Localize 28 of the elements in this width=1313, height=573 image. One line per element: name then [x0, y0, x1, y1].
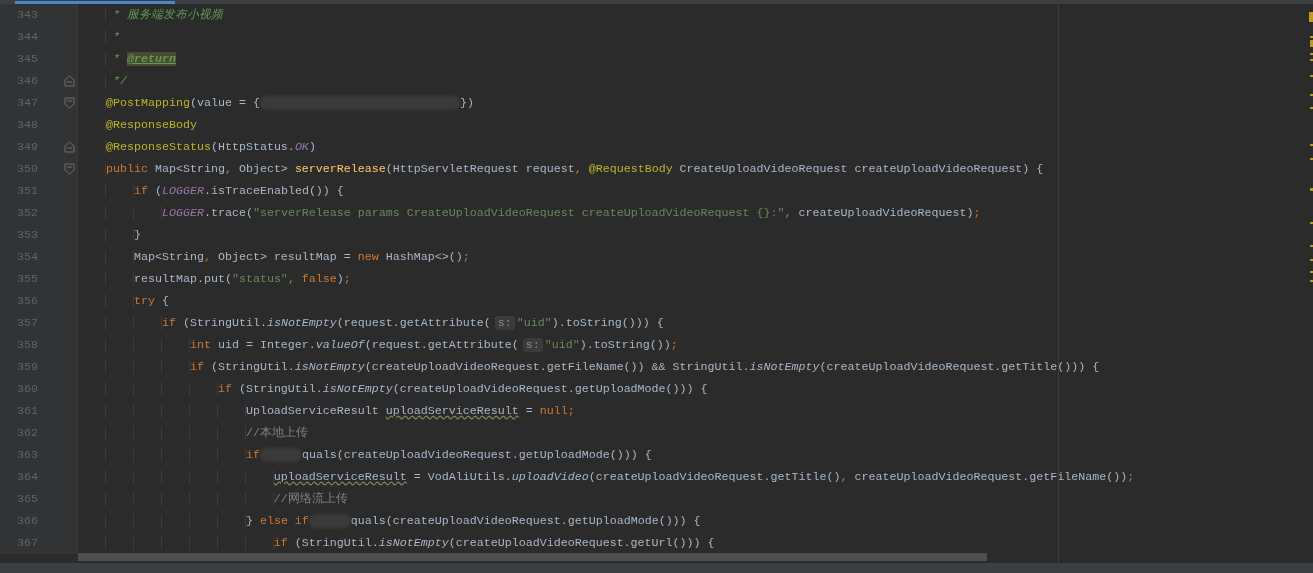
code-line: if (LOGGER.isTraceEnabled()) {	[78, 180, 344, 202]
code-line: if (StringUtil.isNotEmpty(createUploadVideoRequest.getUploadMode())) {	[78, 378, 708, 400]
code-line: if (StringUtil.isNotEmpty(createUploadVideoRequest.getFileName()) && StringUtil.isNotEmpty(createUploadVideoRequest.getTitle())) {	[78, 356, 1100, 378]
horizontal-scrollbar[interactable]	[78, 553, 987, 561]
comment-line: //网络流上传	[78, 488, 348, 510]
fold-icon[interactable]	[64, 141, 75, 153]
code-line: @ResponseStatus(HttpStatus.OK)	[78, 136, 316, 158]
code-line: @ResponseBody	[78, 114, 197, 136]
code-line: LOGGER.trace("serverRelease params CreateUploadVideoRequest createUploadVideoRequest {}:", createUploadVideoRequest);	[78, 202, 981, 224]
code-line: int uid = Integer.valueOf(request.getAttribute( s: "uid").toString());	[78, 334, 678, 356]
fold-icon[interactable]	[64, 75, 75, 87]
code-line: @PostMapping(value = { })	[78, 92, 474, 114]
code-line: Map<String, Object> resultMap = new HashMap<>();	[78, 246, 470, 268]
code-line: public Map<String, Object> serverRelease(HttpServletRequest request, @RequestBody CreateUploadVideoRequest createUploadVideoRequest) {	[78, 158, 1044, 180]
comment-line: */	[78, 70, 127, 92]
fold-icon[interactable]	[64, 97, 75, 109]
code-line: uploadServiceResult = VodAliUtils.uploadVideo(createUploadVideoRequest.getTitle(), createUploadVideoRequest.getFileName());	[78, 466, 1135, 488]
comment-line: //本地上传	[78, 422, 308, 444]
code-line: try {	[78, 290, 169, 312]
code-line: UploadServiceResult uploadServiceResult = null;	[78, 400, 575, 422]
code-line: if (StringUtil.isNotEmpty(createUploadVideoRequest.getUrl())) {	[78, 532, 715, 554]
code-line: if quals(createUploadVideoRequest.getUploadMode())) {	[78, 444, 652, 466]
comment-line: * @return	[78, 48, 176, 70]
comment-line: * 服务端发布小视频	[78, 4, 223, 26]
code-line: if (StringUtil.isNotEmpty(request.getAttribute( s: "uid").toString())) {	[78, 312, 664, 334]
code-line: } else if quals(createUploadVideoRequest.getUploadMode())) {	[78, 510, 701, 532]
code-line: resultMap.put("status", false);	[78, 268, 351, 290]
fold-icon[interactable]	[64, 163, 75, 175]
